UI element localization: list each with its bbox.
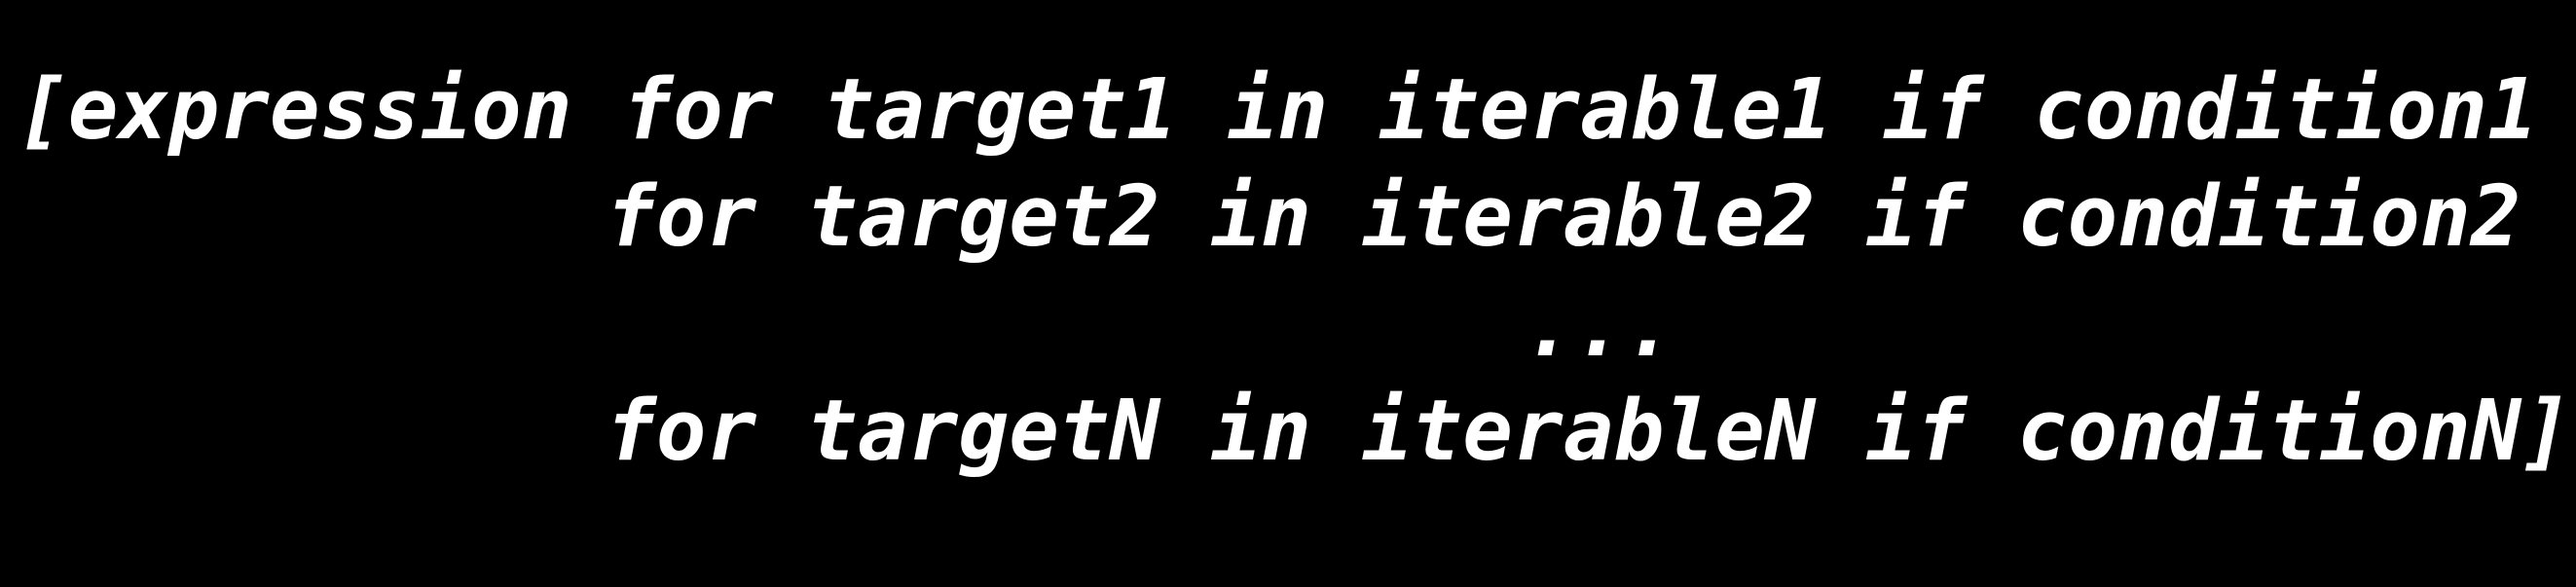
code-line-1: [expression for target1 in iterable1 if …: [18, 61, 2538, 159]
code-snippet: [expression for target1 in iterable1 if …: [0, 0, 2576, 587]
code-line-ellipsis: ...: [1524, 278, 1675, 376]
code-line-2: for target2 in iterable2 if condition2: [606, 168, 2521, 266]
code-line-n: for targetN in iterableN if conditionN]: [606, 383, 2572, 480]
